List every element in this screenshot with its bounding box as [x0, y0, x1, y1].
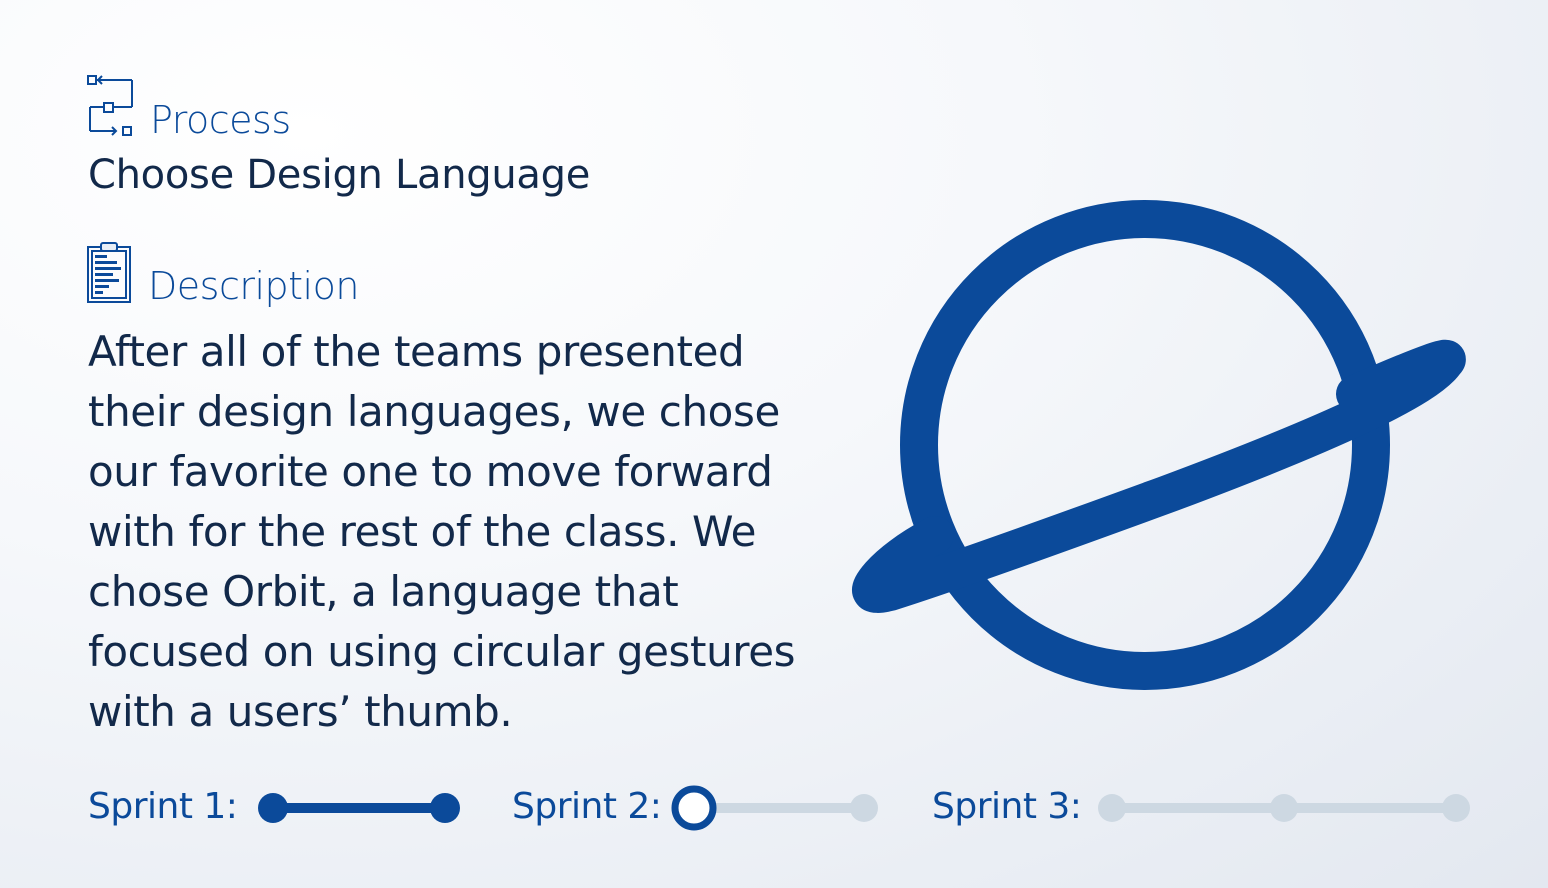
process-heading: Process — [86, 66, 291, 142]
flowchart-icon — [87, 75, 133, 136]
sprint-3-label: Sprint 3: — [932, 786, 1082, 827]
sprint-3-end-dot — [1442, 794, 1470, 822]
sprint-1-end-dot — [430, 793, 460, 823]
description-body: After all of the teams presented their d… — [88, 327, 796, 736]
sprint-2-track — [671, 785, 878, 831]
sprint-1-track — [258, 793, 460, 823]
sprint-2-label: Sprint 2: — [512, 786, 662, 827]
sprint-1-start-dot — [258, 793, 288, 823]
sprint-2-current-marker — [671, 785, 717, 831]
sprint-2-end-dot — [850, 794, 878, 822]
sprint-3-mid-dot — [1270, 794, 1298, 822]
page-title: Choose Design Language — [88, 152, 591, 198]
clipboard-icon — [87, 242, 131, 303]
sprint-1-label: Sprint 1: — [88, 786, 238, 827]
sprint-3-start-dot — [1098, 794, 1126, 822]
page: { "process": { "label": "Process", "icon… — [0, 0, 1548, 888]
process-label: Process — [150, 98, 291, 142]
planet-icon — [852, 200, 1466, 690]
description-heading: Description — [86, 238, 359, 308]
sprint-3-track — [1098, 794, 1470, 822]
description-label: Description — [148, 264, 359, 308]
